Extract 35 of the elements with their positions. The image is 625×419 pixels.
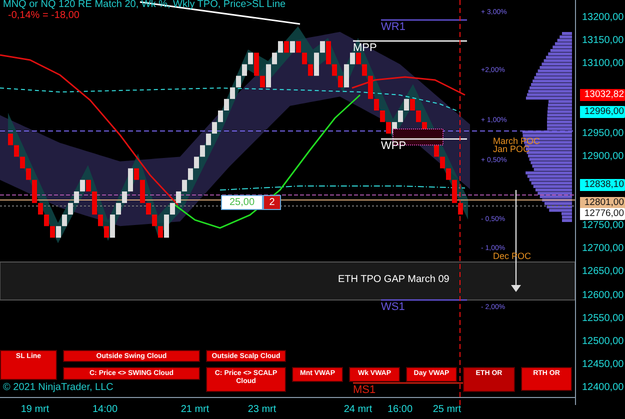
price-tag: 12776,00: [580, 208, 625, 220]
time-label: 19 mrt: [20, 404, 50, 415]
price-label: 12900,00: [582, 150, 624, 162]
time-label: 14:00: [91, 404, 119, 415]
price-label: 13100,00: [582, 58, 624, 70]
order-count: 2: [263, 195, 281, 210]
gap-label: ETH TPO GAP March 09: [338, 274, 450, 285]
poc-label: Jan POC: [493, 145, 530, 154]
price-label: 12500,00: [582, 336, 624, 347]
price-label: 12600,00: [582, 290, 624, 300]
price-label: 13200,00: [582, 12, 624, 23]
price-label: 13150,00: [582, 35, 624, 46]
price-label: 12750,00: [582, 220, 624, 232]
price-label: 12950,00: [582, 128, 624, 139]
time-label: 16:00: [386, 404, 414, 415]
pivot-label: MS1: [353, 384, 376, 396]
price-label: 12650,00: [582, 266, 624, 278]
price-tag: 12801,00: [580, 196, 625, 209]
price-label: 12450,00: [582, 358, 624, 370]
price-label: 12700,00: [582, 243, 624, 254]
copyright-text: © 2021 NinjaTrader, LLC: [3, 382, 114, 394]
price-label: 12400,00: [582, 382, 624, 393]
price-tag: 12996,00: [580, 106, 625, 118]
change-text: -0,14% = -18,00: [8, 10, 80, 21]
time-label: 21 mrt: [180, 404, 210, 415]
price-tag: 13032,82: [580, 89, 625, 102]
time-label: 25 mrt: [432, 404, 462, 415]
pivot-label: WPP: [381, 140, 406, 152]
pivot-label: MPP: [353, 42, 377, 54]
price-tag: 12838,10: [580, 179, 625, 192]
price-label: 12550,00: [582, 312, 624, 324]
pivot-label: WS1: [381, 301, 405, 313]
pivot-label: WR1: [381, 21, 406, 33]
time-label: 24 mrt: [342, 404, 374, 415]
time-label: 23 mrt: [246, 404, 278, 415]
